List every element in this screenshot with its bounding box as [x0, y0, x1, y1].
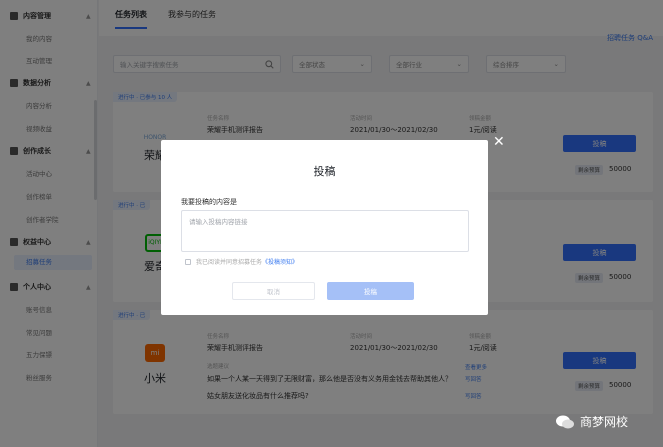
- watermark-text: 商梦网校: [580, 415, 629, 429]
- terms-link[interactable]: 《投稿须知》: [262, 257, 298, 266]
- submit-modal: 投稿 我要投稿的内容是 请输入投稿内容链接 我已阅读并同意招募任务 《投稿须知》…: [161, 140, 488, 315]
- close-icon[interactable]: ✕: [493, 135, 505, 149]
- agree-row[interactable]: 我已阅读并同意招募任务 《投稿须知》: [185, 257, 298, 266]
- agree-text: 我已阅读并同意招募任务: [196, 259, 263, 266]
- watermark: 商梦网校: [555, 413, 628, 430]
- content-link-input[interactable]: 请输入投稿内容链接: [181, 210, 469, 252]
- modal-field-label: 我要投稿的内容是: [181, 198, 237, 206]
- wechat-icon: [556, 415, 574, 428]
- cancel-button[interactable]: 取消: [232, 282, 315, 300]
- submit-button[interactable]: 投稿: [327, 282, 414, 300]
- agree-checkbox[interactable]: [185, 258, 191, 265]
- modal-title: 投稿: [313, 165, 336, 178]
